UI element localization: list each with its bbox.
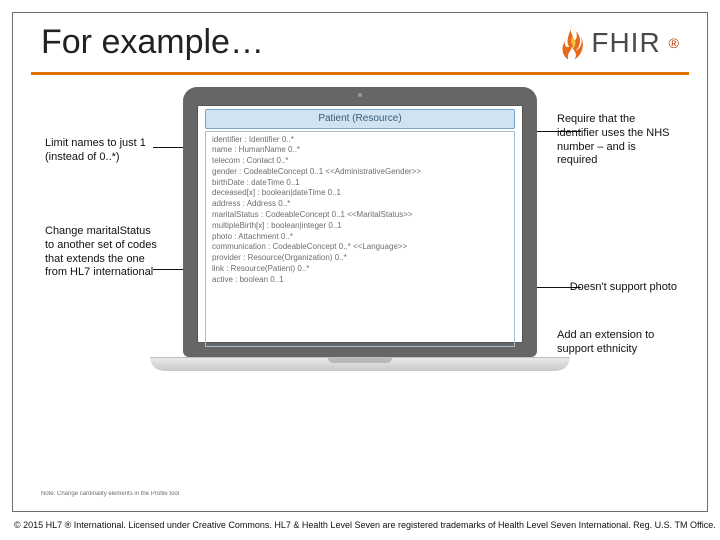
screen-content: Patient (Resource) identifier : Identifi… — [197, 105, 523, 355]
resource-line: gender : CodeableConcept 0..1 <<Administ… — [212, 167, 508, 178]
resource-attributes: identifier : Identifier 0..*name : Human… — [205, 131, 515, 347]
slide-title: For example… — [41, 23, 264, 62]
resource-line: name : HumanName 0..* — [212, 145, 508, 156]
note-ethnicity-extension: Add an extension to support ethnicity — [557, 329, 677, 357]
resource-line: multipleBirth[x] : boolean|integer 0..1 — [212, 221, 508, 232]
resource-line: telecom : Contact 0..* — [212, 156, 508, 167]
resource-line: birthDate : dateTime 0..1 — [212, 178, 508, 189]
copyright: © 2015 HL7 ® International. Licensed und… — [14, 520, 716, 530]
resource-line: identifier : Identifier 0..* — [212, 135, 508, 146]
resource-line: address : Address 0..* — [212, 199, 508, 210]
note-marital-status: Change maritalStatus to another set of c… — [45, 225, 160, 280]
header: For example… FHIR ® — [13, 13, 707, 66]
slide-frame: For example… FHIR ® Limit names to just … — [12, 12, 708, 512]
footer-small-note: Note: Change cardinality elements in the… — [41, 491, 179, 497]
resource-line: photo : Attachment 0..* — [212, 232, 508, 243]
note-nhs-identifier: Require that the identifier uses the NHS… — [557, 113, 677, 168]
resource-line: maritalStatus : CodeableConcept 0..1 <<M… — [212, 210, 508, 221]
resource-header: Patient (Resource) — [205, 109, 515, 129]
resource-line: provider : Resource(Organization) 0..* — [212, 253, 508, 264]
camera-dot — [358, 93, 362, 97]
fhir-brand: FHIR ® — [559, 24, 679, 62]
registered-mark: ® — [669, 35, 679, 51]
resource-line: link : Resource(Patient) 0..* — [212, 264, 508, 275]
laptop-screen: Patient (Resource) identifier : Identifi… — [183, 87, 537, 357]
flame-icon — [559, 24, 585, 62]
note-limit-names: Limit names to just 1 (instead of 0..*) — [45, 137, 165, 165]
resource-line: active : boolean 0..1 — [212, 275, 508, 286]
laptop-mockup: Patient (Resource) identifier : Identifi… — [183, 87, 537, 371]
laptop-base — [150, 357, 570, 371]
resource-line: communication : CodeableConcept 0..* <<L… — [212, 242, 508, 253]
main-canvas: Limit names to just 1 (instead of 0..*) … — [13, 75, 707, 445]
fhir-text: FHIR — [591, 27, 660, 59]
resource-line: deceased[x] : boolean|dateTime 0..1 — [212, 188, 508, 199]
note-no-photo: Doesn't support photo — [570, 281, 677, 295]
